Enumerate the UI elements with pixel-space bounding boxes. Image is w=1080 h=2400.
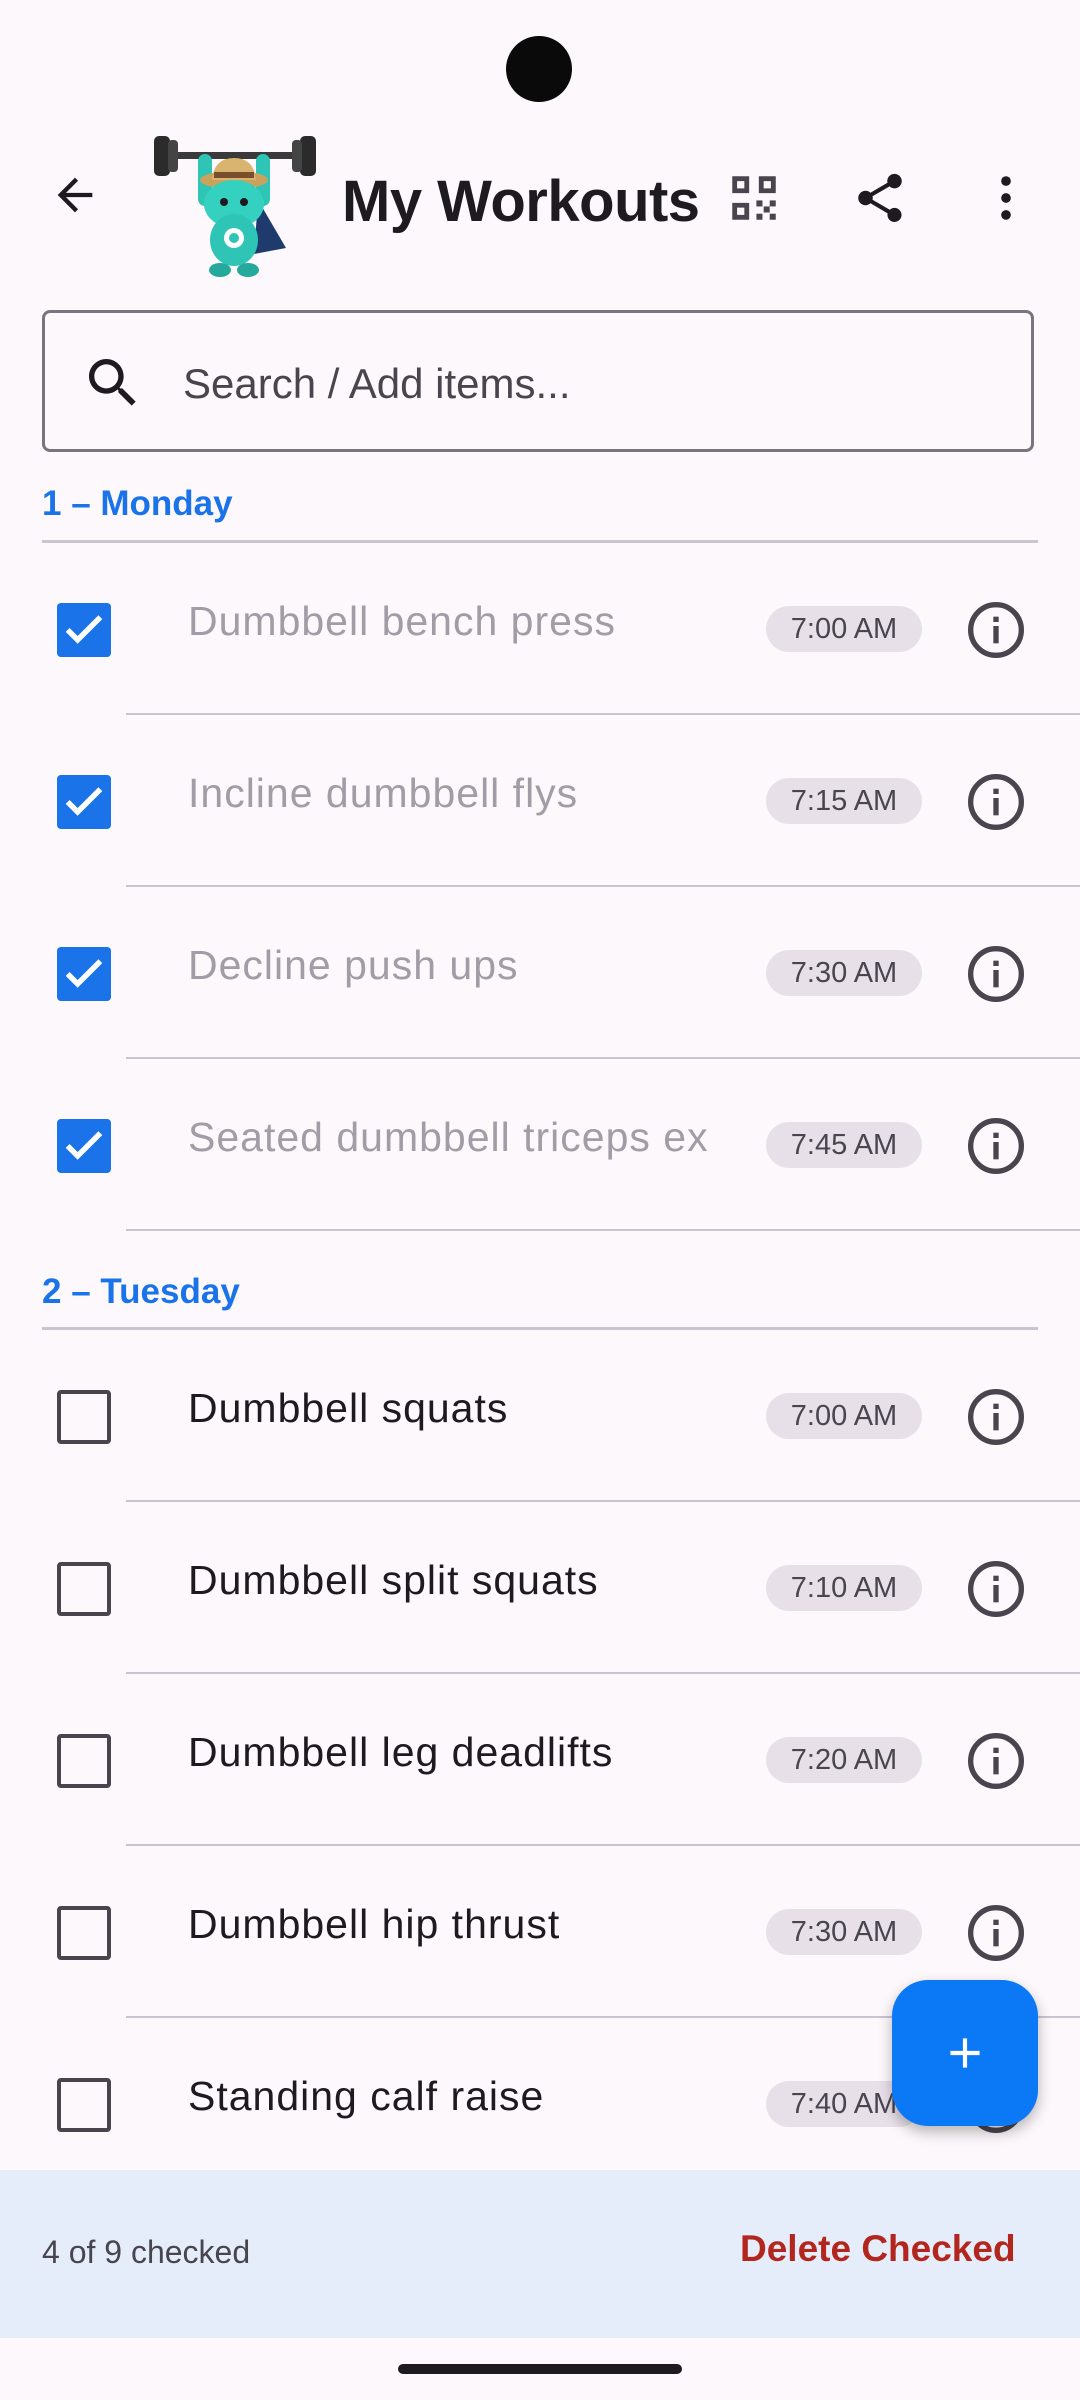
item-label[interactable]: Seated dumbbell triceps ex	[188, 1114, 728, 1161]
section-header-tuesday: 2 – Tuesday	[42, 1272, 240, 1311]
item-checkbox[interactable]	[57, 1734, 111, 1788]
plus-icon	[950, 2038, 980, 2068]
list-item: Dumbbell bench press 7:00 AM	[0, 543, 1080, 715]
list-item: Seated dumbbell triceps ex 7:45 AM	[0, 1059, 1080, 1231]
item-checkbox[interactable]	[57, 947, 111, 1001]
info-icon[interactable]	[964, 1557, 1028, 1621]
item-label[interactable]: Standing calf raise	[188, 2073, 728, 2120]
time-chip[interactable]: 7:15 AM	[766, 778, 922, 824]
home-indicator[interactable]	[398, 2364, 682, 2374]
delete-checked-button[interactable]: Delete Checked	[740, 2228, 1016, 2270]
info-icon[interactable]	[964, 598, 1028, 662]
time-chip[interactable]: 7:30 AM	[766, 1909, 922, 1955]
search-icon	[89, 359, 136, 406]
item-label[interactable]: Dumbbell leg deadlifts	[188, 1729, 728, 1776]
status-bar	[0, 0, 1080, 120]
list-item: Dumbbell squats 7:00 AM	[0, 1330, 1080, 1502]
section-header-monday: 1 – Monday	[42, 484, 233, 523]
info-icon[interactable]	[964, 770, 1028, 834]
info-icon[interactable]	[964, 1729, 1028, 1793]
item-label[interactable]: Incline dumbbell flys	[188, 770, 728, 817]
time-chip[interactable]: 7:00 AM	[766, 1393, 922, 1439]
time-chip[interactable]: 7:10 AM	[766, 1565, 922, 1611]
share-button[interactable]	[842, 160, 918, 236]
info-icon[interactable]	[964, 1114, 1028, 1178]
camera-cutout	[506, 36, 572, 102]
search-input[interactable]	[181, 343, 1005, 425]
item-checkbox[interactable]	[57, 1119, 111, 1173]
bottom-action-bar: 4 of 9 checked Delete Checked	[0, 2170, 1080, 2338]
time-chip[interactable]: 7:45 AM	[766, 1122, 922, 1168]
list-item: Dumbbell leg deadlifts 7:20 AM	[0, 1674, 1080, 1846]
share-icon	[858, 173, 902, 222]
time-chip[interactable]: 7:30 AM	[766, 950, 922, 996]
list-item: Dumbbell split squats 7:10 AM	[0, 1502, 1080, 1674]
back-button[interactable]	[40, 160, 110, 230]
arrow-left-icon	[57, 177, 93, 213]
info-icon[interactable]	[964, 1901, 1028, 1965]
list-item: Decline push ups 7:30 AM	[0, 887, 1080, 1059]
item-label[interactable]: Dumbbell bench press	[188, 598, 728, 645]
item-checkbox[interactable]	[57, 1562, 111, 1616]
app-bar: My Workouts	[0, 130, 1080, 280]
item-label[interactable]: Decline push ups	[188, 942, 728, 989]
qr-code-button[interactable]	[716, 160, 792, 236]
qr-code-icon	[732, 176, 776, 220]
item-checkbox[interactable]	[57, 1906, 111, 1960]
more-vert-icon	[1001, 176, 1011, 220]
checked-count: 4 of 9 checked	[42, 2234, 251, 2270]
page-title: My Workouts	[342, 169, 700, 234]
more-options-button[interactable]	[968, 160, 1044, 236]
item-checkbox[interactable]	[57, 775, 111, 829]
item-label[interactable]: Dumbbell squats	[188, 1385, 728, 1432]
item-checkbox[interactable]	[57, 603, 111, 657]
add-item-fab[interactable]	[892, 1980, 1038, 2126]
item-label[interactable]: Dumbbell split squats	[188, 1557, 728, 1604]
info-icon[interactable]	[964, 1385, 1028, 1449]
list-item: Incline dumbbell flys 7:15 AM	[0, 715, 1080, 887]
time-chip[interactable]: 7:00 AM	[766, 606, 922, 652]
info-icon[interactable]	[964, 942, 1028, 1006]
item-label[interactable]: Dumbbell hip thrust	[188, 1901, 728, 1948]
search-field[interactable]	[42, 310, 1034, 452]
item-checkbox[interactable]	[57, 2078, 111, 2132]
item-checkbox[interactable]	[57, 1390, 111, 1444]
mascot-logo	[154, 136, 316, 277]
time-chip[interactable]: 7:20 AM	[766, 1737, 922, 1783]
row-divider	[126, 1229, 1080, 1231]
